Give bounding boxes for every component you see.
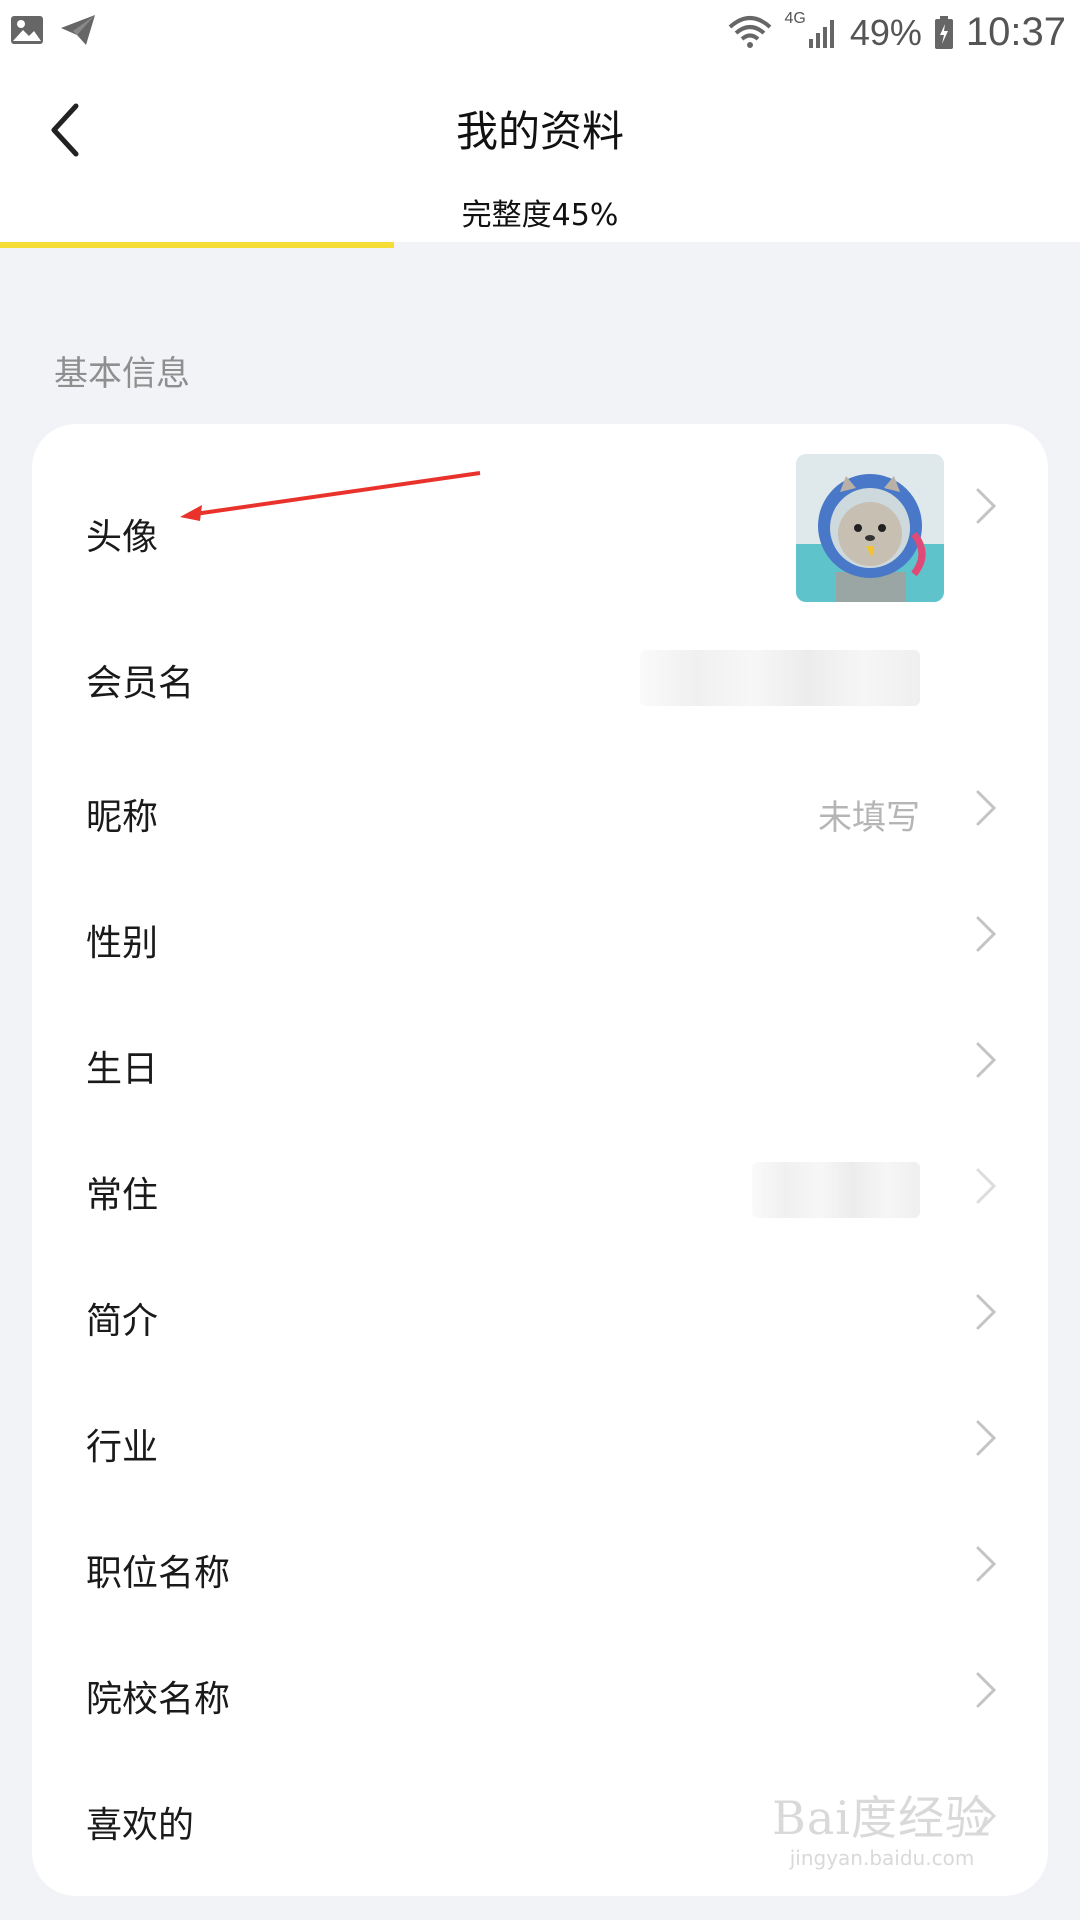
- send-icon: [61, 15, 95, 45]
- chevron-right-icon: [976, 790, 997, 826]
- watermark: Bai度经验 jingyan.baidu.com: [772, 1782, 992, 1870]
- chevron-right-icon: [976, 1420, 997, 1456]
- row-label: 喜欢的: [86, 1805, 195, 1846]
- nickname-value: 未填写: [818, 798, 920, 838]
- row-label: 会员名: [86, 663, 195, 704]
- chevron-right-icon: [976, 1168, 997, 1204]
- member-name-value-blurred: [640, 650, 920, 706]
- chevron-right-icon: [976, 1546, 997, 1582]
- battery-icon: [934, 15, 953, 49]
- chevron-right-icon: [976, 488, 997, 524]
- row-birthday[interactable]: 生日: [32, 996, 1048, 1122]
- profile-card: 头像 会员名 昵称 未填写 性别 生日 常住 简介 行业 职位名称 院校名称 喜…: [32, 424, 1048, 1896]
- row-label: 昵称: [86, 797, 159, 838]
- avatar[interactable]: [796, 454, 944, 602]
- row-label: 常住: [86, 1175, 159, 1216]
- gallery-icon: [11, 16, 43, 44]
- page-title: 我的资料: [455, 107, 624, 156]
- chevron-right-icon: [976, 916, 997, 952]
- chevron-right-icon: [976, 1042, 997, 1078]
- row-industry[interactable]: 行业: [32, 1374, 1048, 1500]
- chevron-right-icon: [976, 1294, 997, 1330]
- row-label: 行业: [86, 1427, 159, 1468]
- row-residence[interactable]: 常住: [32, 1122, 1048, 1248]
- header: 我的资料 完整度45%: [0, 64, 1080, 248]
- wifi-icon: [729, 15, 772, 48]
- completeness-progress-fill: [0, 242, 394, 248]
- row-member-name[interactable]: 会员名: [32, 604, 1048, 744]
- completeness-progress: [0, 242, 1080, 248]
- row-school[interactable]: 院校名称: [32, 1626, 1048, 1752]
- row-label: 性别: [86, 923, 159, 964]
- row-label: 简介: [86, 1301, 159, 1342]
- row-label: 生日: [86, 1049, 159, 1090]
- row-intro[interactable]: 简介: [32, 1248, 1048, 1374]
- row-gender[interactable]: 性别: [32, 870, 1048, 996]
- row-label: 院校名称: [86, 1679, 231, 1720]
- status-bar: 4G 49% 10:37: [0, 0, 1080, 64]
- signal-icon: [808, 19, 834, 48]
- clock: 10:37: [965, 10, 1066, 54]
- watermark-url: jingyan.baidu.com: [789, 1846, 975, 1870]
- battery-percent: 49%: [849, 11, 922, 53]
- row-label: 头像: [86, 517, 159, 558]
- row-nickname[interactable]: 昵称 未填写: [32, 744, 1048, 870]
- watermark-logo: Bai度经验: [772, 1791, 992, 1845]
- annotation-arrow: [180, 471, 481, 521]
- chevron-right-icon: [976, 1672, 997, 1708]
- avatar-image: [796, 454, 944, 602]
- residence-value-blurred: [752, 1162, 920, 1218]
- row-job-title[interactable]: 职位名称: [32, 1500, 1048, 1626]
- section-label: 基本信息: [54, 354, 190, 394]
- row-label: 职位名称: [86, 1553, 231, 1594]
- completeness-label: 完整度45%: [461, 198, 619, 233]
- network-type: 4G: [784, 10, 806, 27]
